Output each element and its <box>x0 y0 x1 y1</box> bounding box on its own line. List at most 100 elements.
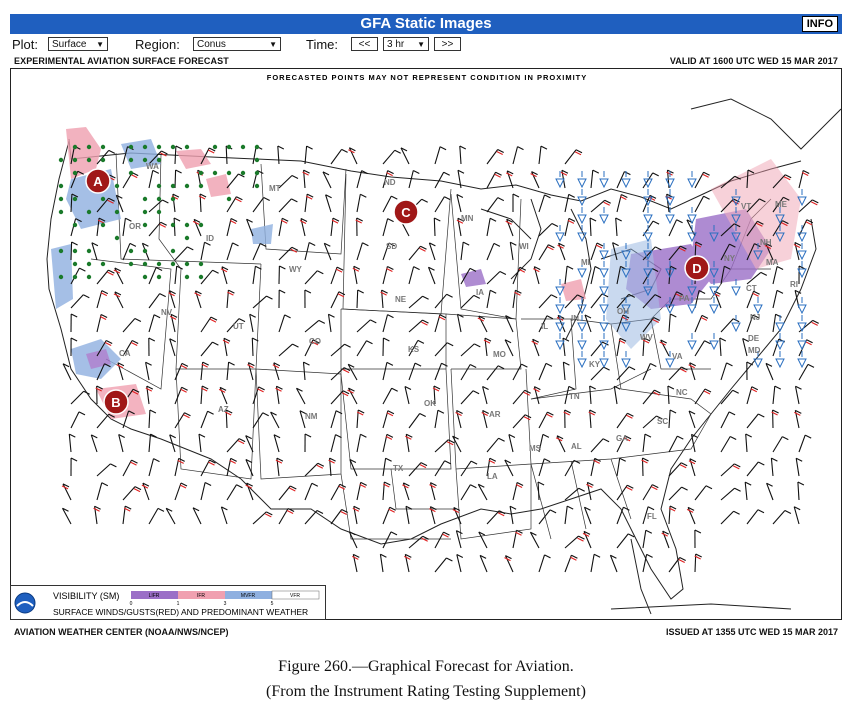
snow-marker <box>643 225 653 243</box>
wind-barb <box>352 505 361 525</box>
wind-barb <box>90 434 98 453</box>
wind-barb <box>247 362 255 381</box>
wind-barb <box>719 337 727 357</box>
rain-dot <box>226 144 232 150</box>
wind-barb <box>477 315 488 333</box>
legend-visibility-label: VISIBILITY (SM) <box>53 591 119 601</box>
wind-barb <box>504 459 514 477</box>
wind-barb <box>145 385 154 405</box>
wind-barb <box>434 196 451 213</box>
wind-barb <box>427 266 436 285</box>
issuer: AVIATION WEATHER CENTER (NOAA/NWS/NCEP) <box>14 627 229 637</box>
wind-barb <box>200 316 218 333</box>
region-select[interactable]: Conus ▼ <box>193 37 281 51</box>
rain-dot <box>142 248 148 254</box>
wind-barb <box>400 147 410 165</box>
snow-marker <box>665 189 675 207</box>
snow-marker <box>577 351 587 369</box>
wind-barb <box>325 194 332 213</box>
wind-barb <box>793 506 801 525</box>
rain-dot <box>254 157 260 163</box>
region-label: Region: <box>135 37 180 52</box>
wind-barb <box>616 337 627 357</box>
wind-barb <box>174 265 183 285</box>
wind-barb <box>590 553 601 573</box>
wind-barb <box>509 241 517 261</box>
info-button[interactable]: INFO <box>801 16 838 32</box>
wind-barb <box>530 171 540 189</box>
wind-barb <box>512 146 524 165</box>
wind-barb <box>590 169 600 189</box>
wind-barb <box>505 218 514 237</box>
wind-barb <box>347 363 358 381</box>
rain-dot <box>142 274 148 280</box>
wind-barb <box>537 481 545 501</box>
prev-time-button[interactable]: << <box>351 37 378 51</box>
rain-dot <box>58 183 64 189</box>
wind-barb <box>720 510 740 525</box>
wind-barb <box>252 412 269 429</box>
state-label-nj: NJ <box>750 313 760 322</box>
wind-barb <box>616 412 634 429</box>
snow-marker <box>797 243 807 261</box>
wind-barb <box>226 438 246 453</box>
state-label-ar: AR <box>489 410 501 419</box>
snow-marker <box>687 171 697 189</box>
wind-barb <box>218 386 228 405</box>
wind-barb <box>798 363 815 381</box>
wind-barb <box>382 531 398 549</box>
rain-dot <box>142 261 148 267</box>
rain-dot <box>72 196 78 202</box>
legend-category: VFR <box>290 593 300 599</box>
wind-barb <box>746 461 765 477</box>
wind-barb <box>772 266 784 285</box>
snow-marker <box>599 333 609 351</box>
plot-select[interactable]: Surface ▼ <box>48 37 108 51</box>
wind-barb <box>382 506 396 525</box>
wind-barb <box>720 436 737 453</box>
rain-dot <box>58 248 64 254</box>
wind-barb <box>270 411 280 429</box>
wind-barb <box>96 413 115 429</box>
wind-barb <box>512 193 520 212</box>
wind-barb <box>148 314 161 333</box>
state-label-va: VA <box>672 352 683 361</box>
snow-marker <box>775 351 785 369</box>
rain-dot <box>254 183 260 189</box>
time-select[interactable]: 3 hr ▼ <box>383 37 429 51</box>
wind-barb <box>192 507 202 525</box>
rain-dot <box>184 274 190 280</box>
next-time-button[interactable]: >> <box>434 37 461 51</box>
wind-barb <box>486 217 497 237</box>
state-label-ok: OK <box>424 399 436 408</box>
wind-barb <box>148 433 157 453</box>
wind-barb <box>96 482 109 501</box>
wind-barb <box>382 337 390 357</box>
wind-barb <box>408 319 429 333</box>
snow-marker <box>797 351 807 369</box>
state-label-pa: PA <box>679 294 690 303</box>
wind-barb <box>429 482 437 501</box>
legend-canvas: VISIBILITY (SM) LIFR IFR MVFR VFR 0135 SURF… <box>14 590 320 617</box>
wind-barb <box>379 553 387 573</box>
wind-barb <box>667 385 675 405</box>
wind-barb <box>538 223 559 237</box>
state-label-tn: TN <box>569 392 580 401</box>
wind-barb <box>408 295 429 309</box>
wind-barb <box>198 193 207 213</box>
rain-dot <box>226 170 232 176</box>
forecast-map[interactable]: FORECASTED POINTS MAY NOT REPRESENT COND… <box>10 68 842 620</box>
wind-barb <box>455 530 463 549</box>
rain-dot <box>156 209 162 215</box>
wind-barb <box>148 293 166 309</box>
rain-dot <box>240 170 246 176</box>
rain-dot <box>114 209 120 215</box>
rain-dot <box>212 170 218 176</box>
wind-barb <box>508 434 516 453</box>
wind-barb <box>356 481 367 501</box>
wind-barb <box>694 485 713 501</box>
wind-barb <box>486 271 507 285</box>
wind-barb <box>668 313 677 333</box>
wind-barb <box>688 362 696 381</box>
wind-barb <box>116 362 125 381</box>
